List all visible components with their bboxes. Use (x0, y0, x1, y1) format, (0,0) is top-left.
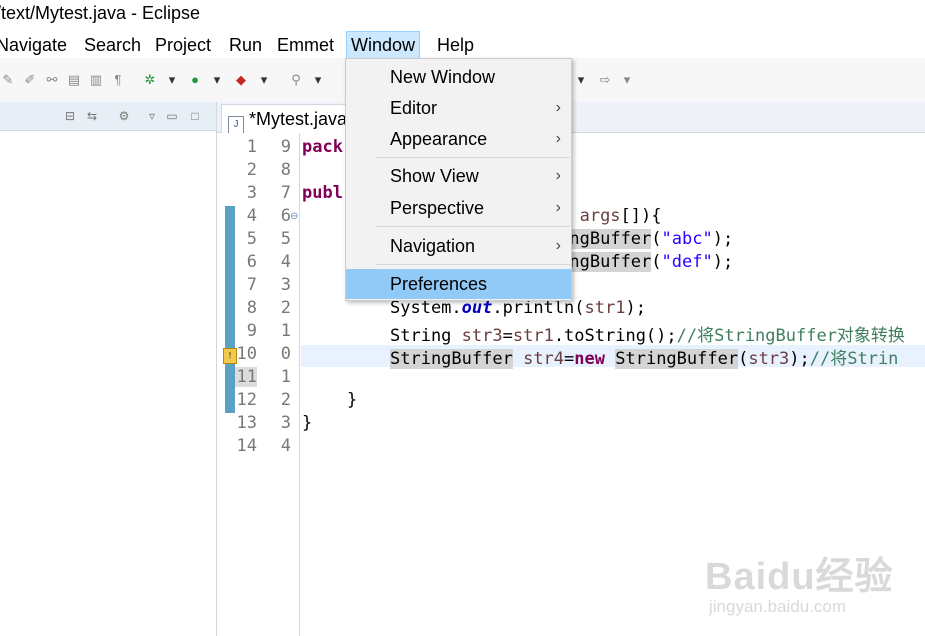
panel-header: ⊟ ⇆ ⚙ ▿ ▭ □ (0, 102, 216, 131)
window-title: /text/Mytest.java - Eclipse (0, 3, 201, 23)
paragraph-icon[interactable]: ¶ (110, 72, 126, 88)
menu-separator (376, 226, 570, 227)
line-number: 3 (246, 183, 257, 203)
forward-arrow-icon[interactable]: ⇨ (597, 72, 613, 88)
chevron-right-icon: › (555, 99, 561, 116)
chevron-right-icon: › (555, 237, 561, 254)
menu-navigate[interactable]: Navigate (0, 33, 71, 57)
filter-icon[interactable]: ⚙ (116, 108, 132, 124)
menu-emmet[interactable]: Emmet (273, 33, 338, 57)
relative-line-number: 5 (280, 229, 291, 249)
relative-line-number: 7 (280, 183, 291, 203)
menu-run[interactable]: Run (225, 33, 266, 57)
chevron-right-icon: › (555, 199, 561, 216)
chevron-down-icon[interactable]: ▾ (619, 72, 635, 88)
line-number: 11 (235, 367, 257, 387)
line-number: 6 (246, 252, 257, 272)
search-icon[interactable]: ⚲ (288, 72, 304, 88)
view-menu-icon[interactable]: ▿ (144, 108, 160, 124)
chevron-right-icon: › (555, 130, 561, 147)
code-line-1: pack (302, 137, 343, 157)
menu-separator (376, 157, 570, 158)
pen-icon[interactable]: ✐ (22, 72, 38, 88)
relative-line-number: 9 (280, 137, 291, 157)
collapse-all-icon[interactable]: ⊟ (62, 108, 78, 124)
line-number: 7 (246, 275, 257, 295)
line-number: 5 (246, 229, 257, 249)
file-icon[interactable]: ▤ (66, 72, 82, 88)
menu-item-new-window[interactable]: New Window (346, 62, 571, 92)
line-number: 8 (246, 298, 257, 318)
relative-line-number: 2 (280, 298, 291, 318)
change-ruler (225, 206, 235, 413)
line-number: 12 (236, 390, 257, 410)
title-bar: /text/Mytest.java - Eclipse (0, 0, 925, 30)
code-line-8: System.out.println(str1); (390, 298, 646, 318)
editor-tab-label: *Mytest.java (249, 109, 348, 129)
menu-project[interactable]: Project (151, 33, 215, 57)
menu-item-show-view[interactable]: Show View › (346, 161, 571, 191)
menu-item-appearance[interactable]: Appearance › (346, 124, 571, 154)
relative-line-number: 4 (280, 252, 291, 272)
menu-item-navigation[interactable]: Navigation › (346, 231, 571, 261)
menu-item-perspective[interactable]: Perspective › (346, 193, 571, 223)
minimize-icon[interactable]: ▭ (164, 108, 180, 124)
external-tools-icon[interactable]: ◆ (233, 72, 249, 88)
relative-line-number: 3 (280, 413, 291, 433)
line-number: 2 (246, 160, 257, 180)
line-number: 4 (246, 206, 257, 226)
relative-line-number: 8 (280, 160, 291, 180)
menu-item-preferences[interactable]: Preferences (346, 269, 571, 299)
code-line-12: } (347, 390, 358, 410)
relative-line-number: 6 (280, 206, 291, 226)
watermark-logo: Baidu经验 (705, 556, 894, 598)
java-file-icon: J (228, 116, 244, 134)
menu-search[interactable]: Search (80, 33, 145, 57)
chevron-down-icon[interactable]: ▾ (209, 72, 225, 88)
code-line-13: } (302, 413, 313, 433)
line-number: 13 (236, 413, 257, 433)
line-number: 14 (236, 436, 257, 456)
menu-window[interactable]: Window (346, 31, 421, 59)
menu-help[interactable]: Help (433, 33, 478, 57)
relative-line-number: 2 (280, 390, 291, 410)
code-line-9: String str3=str1.toString();//将StringBuf… (390, 326, 905, 346)
chevron-down-icon[interactable]: ▾ (573, 72, 589, 88)
baidu-watermark: Baidu经验 jingyan.baidu.com (705, 545, 905, 625)
editor-tab-mytest[interactable]: J *Mytest.java (221, 104, 355, 134)
gutter-divider (299, 133, 300, 636)
relative-line-number: 1 (280, 321, 291, 341)
run-icon[interactable]: ● (187, 72, 203, 88)
wrench-icon[interactable]: ✎ (0, 72, 16, 88)
relative-line-number: 1 (280, 367, 291, 387)
link-icon[interactable]: ⚯ (44, 72, 60, 88)
package-explorer-panel: ⊟ ⇆ ⚙ ▿ ▭ □ (0, 102, 217, 636)
line-number: 1 (246, 137, 257, 157)
relative-line-number: 4 (280, 436, 291, 456)
line-number: 10 (236, 344, 257, 364)
chevron-down-icon[interactable]: ▾ (164, 72, 180, 88)
chevron-down-icon[interactable]: ▾ (256, 72, 272, 88)
debug-icon[interactable]: ✲ (142, 72, 158, 88)
chevron-down-icon[interactable]: ▾ (310, 72, 326, 88)
menu-separator (376, 264, 570, 265)
menu-item-editor[interactable]: Editor › (346, 93, 571, 123)
watermark-url: jingyan.baidu.com (709, 597, 847, 616)
fold-icon[interactable]: ⊖ (290, 211, 298, 222)
chevron-right-icon: › (555, 167, 561, 184)
line-number: 9 (246, 321, 257, 341)
document-icon[interactable]: ▥ (88, 72, 104, 88)
relative-line-number: 0 (280, 344, 291, 364)
window-menu-dropdown: New Window Editor › Appearance › Show View… (345, 58, 572, 301)
code-line-3: publ (302, 183, 343, 203)
relative-line-number: 3 (280, 275, 291, 295)
maximize-icon[interactable]: □ (187, 108, 203, 124)
link-editor-icon[interactable]: ⇆ (84, 108, 100, 124)
code-line-10: StringBuffer str4=new StringBuffer(str3)… (390, 349, 899, 369)
menu-bar: Navigate Search Project Run Emmet Window… (0, 30, 925, 59)
